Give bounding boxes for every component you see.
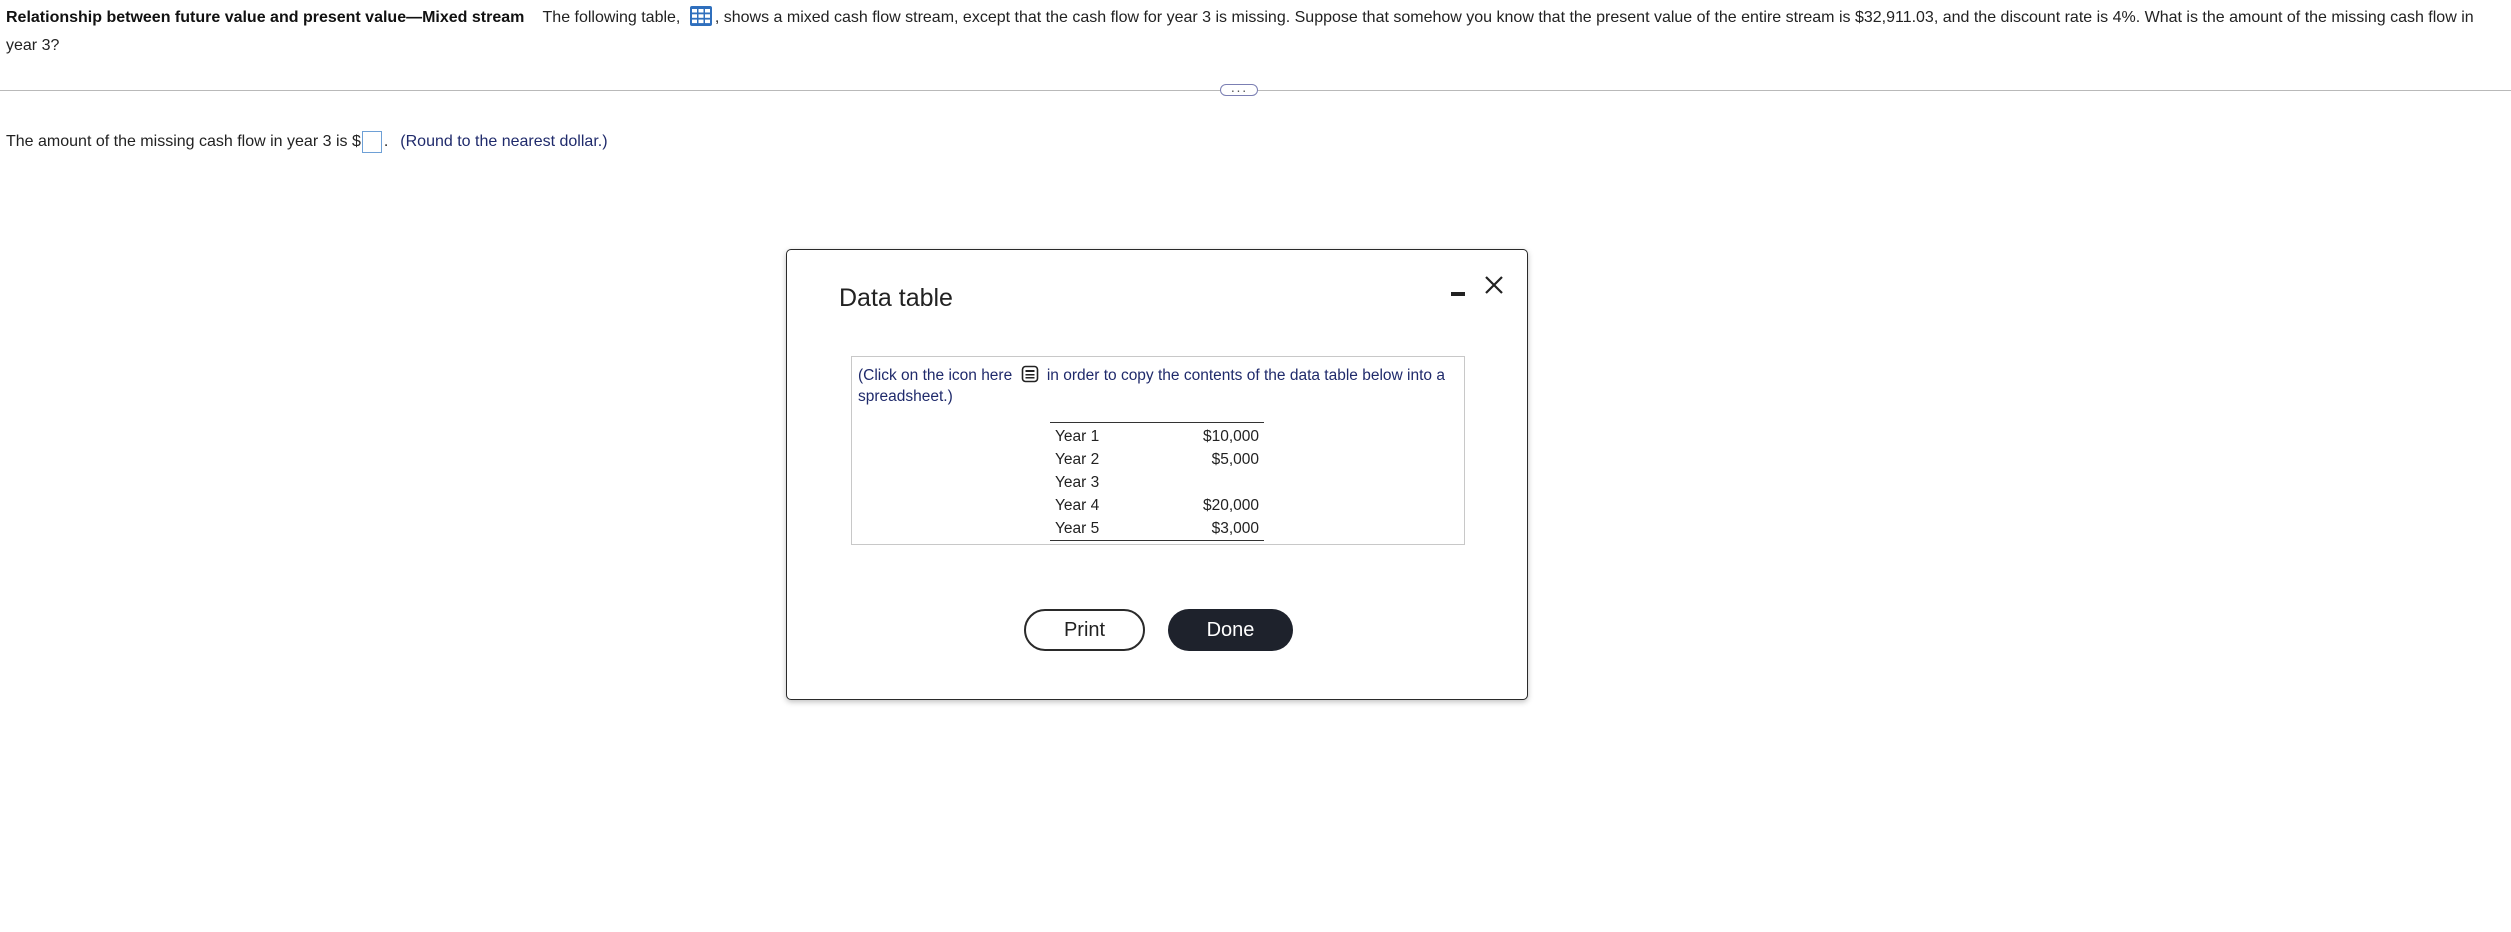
row-label: Year 3 — [1055, 473, 1100, 491]
cash-flow-table: Year 1 $10,000 Year 2 $5,000 Year 3 Year… — [1050, 422, 1264, 541]
copy-to-spreadsheet-icon[interactable] — [1021, 365, 1039, 383]
table-grid-icon[interactable] — [689, 5, 713, 27]
answer-line: The amount of the missing cash flow in y… — [6, 130, 608, 154]
question-title: Relationship between future value and pr… — [6, 9, 525, 26]
expand-more-button[interactable]: ··· — [1220, 83, 1258, 97]
data-table-container: (Click on the icon here in order to copy… — [851, 356, 1465, 545]
table-row: Year 2 $5,000 — [1050, 448, 1264, 471]
question-text-before-icon: The following table, — [542, 9, 681, 26]
table-row: Year 1 $10,000 — [1050, 425, 1264, 448]
data-table-dialog: Data table (Click on the icon here in or… — [786, 249, 1528, 700]
row-value: $3,000 — [1211, 519, 1259, 537]
row-label: Year 1 — [1055, 427, 1100, 445]
row-value: $5,000 — [1211, 450, 1259, 468]
answer-suffix: . — [383, 133, 389, 150]
row-value: $10,000 — [1202, 427, 1259, 445]
row-value: $20,000 — [1202, 496, 1259, 514]
row-label: Year 5 — [1055, 519, 1100, 537]
done-button[interactable]: Done — [1168, 609, 1293, 651]
copy-note: (Click on the icon here in order to copy… — [858, 365, 1458, 407]
minimize-icon[interactable] — [1447, 280, 1469, 302]
table-row: Year 5 $3,000 — [1050, 517, 1264, 540]
question-text: Relationship between future value and pr… — [6, 4, 2506, 60]
row-label: Year 2 — [1055, 450, 1100, 468]
answer-prefix: The amount of the missing cash flow in y… — [6, 133, 361, 150]
round-note: (Round to the nearest dollar.) — [400, 133, 608, 150]
row-label: Year 4 — [1055, 496, 1100, 514]
dialog-title: Data table — [839, 284, 953, 312]
close-icon[interactable] — [1481, 272, 1507, 298]
print-button[interactable]: Print — [1024, 609, 1145, 651]
copy-note-before: (Click on the icon here — [858, 367, 1013, 384]
table-row: Year 4 $20,000 — [1050, 494, 1264, 517]
table-row: Year 3 — [1050, 471, 1264, 494]
answer-input[interactable] — [361, 131, 382, 153]
